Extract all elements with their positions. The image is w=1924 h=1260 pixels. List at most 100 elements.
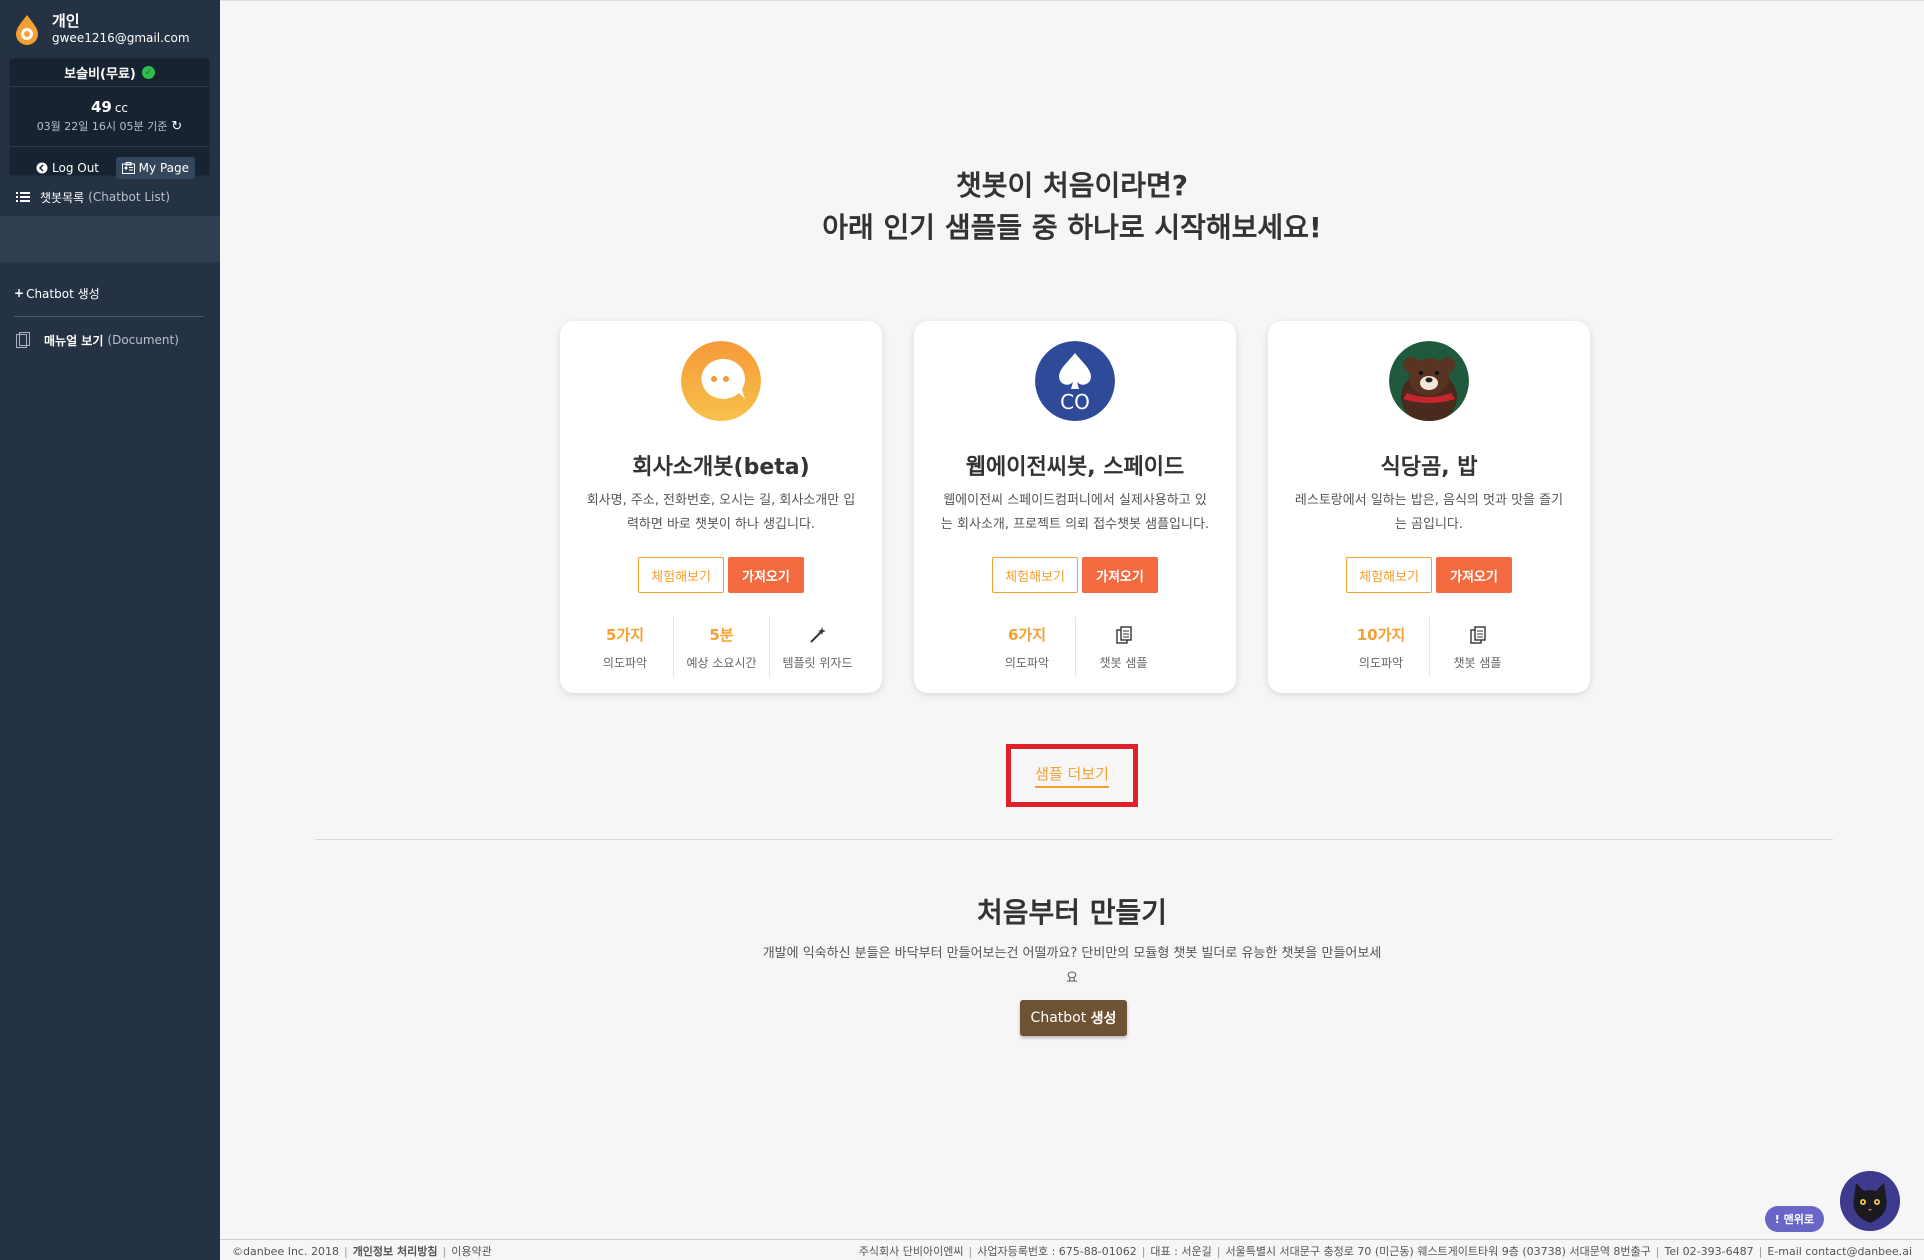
footer-ceo: 대표 : 서운길 — [1150, 1244, 1212, 1258]
card-buttons: 체험해보기 가져오기 — [914, 557, 1236, 593]
credit: 49 cc — [10, 87, 209, 116]
try-button[interactable]: 체험해보기 — [638, 557, 724, 593]
footer-terms-link[interactable]: 이용약관 — [451, 1245, 491, 1258]
manual-sublabel: (Document) — [107, 333, 179, 347]
chat-cat-icon[interactable] — [1840, 1171, 1900, 1231]
footer-company: 주식회사 단비아이엔씨 — [858, 1244, 964, 1258]
footer-privacy-link[interactable]: 개인정보 처리방침 — [353, 1245, 438, 1258]
chatbot-list-label: 챗봇목록 — [40, 190, 85, 205]
sample-card-company: 회사소개봇(beta) 회사명, 주소, 전화번호, 오시는 길, 회사소개만 … — [560, 321, 882, 693]
footer-address: 서울특별시 서대문구 충정로 70 (미근동) 웨스트게이트타워 9층 (037… — [1225, 1244, 1651, 1258]
mypage-icon — [121, 162, 135, 174]
section-divider — [315, 839, 1833, 840]
create-chatbot-label-prefix: Chatbot — [1030, 1010, 1087, 1026]
create-label: Chatbot 생성 — [26, 286, 100, 301]
credit-date: 03월 22일 16시 05분 기준 ↻ — [10, 118, 209, 134]
stat-sample: 챗봇 샘플 — [1429, 617, 1525, 677]
stat-label: 챗봇 샘플 — [1453, 655, 1502, 670]
refresh-icon[interactable]: ↻ — [171, 119, 182, 134]
create-chatbot-button[interactable]: Chatbot 생성 — [1020, 1000, 1127, 1036]
card-stats: 5가지 의도파악 5분 예상 소요시간 템플릿 위자드 — [576, 617, 866, 677]
stat-label: 의도파악 — [1004, 655, 1050, 670]
speech-bubble-icon — [681, 341, 761, 421]
copy-icon — [1115, 624, 1132, 646]
mypage-label: My Page — [138, 161, 189, 175]
create-chatbot-label-suffix: 생성 — [1090, 1011, 1117, 1027]
try-button[interactable]: 체험해보기 — [992, 557, 1078, 593]
sidebar-item-create[interactable]: + Chatbot 생성 — [0, 270, 220, 316]
more-samples-link[interactable]: 샘플 더보기 — [1035, 763, 1109, 788]
stat-label: 의도파악 — [602, 655, 648, 670]
stat-time: 5분 예상 소요시간 — [673, 617, 769, 677]
footer-tel: Tel 02-393-6487 — [1664, 1244, 1754, 1258]
user-header: 개인 gwee1216@gmail.com — [0, 0, 220, 58]
credit-unit: cc — [114, 101, 129, 115]
manual-label: 매뉴얼 보기 — [44, 333, 104, 348]
card-description: 레스토랑에서 일하는 밥은, 음식의 멋과 맛을 즐기는 곰입니다. — [1294, 493, 1564, 532]
spade-logo-text: CO — [1060, 390, 1090, 414]
list-icon — [16, 192, 30, 202]
footer: ©danbee Inc. 2018 | 개인정보 처리방침 | 이용약관 주식회사 단비… — [220, 1239, 1924, 1260]
sidebar-item-chatbot-list[interactable]: 챗봇목록 (Chatbot List) — [0, 178, 220, 216]
logout-icon — [36, 162, 48, 174]
card-description: 웹에이전씨 스페이드컴퍼니에서 실제사용하고 있는 회사소개, 프로젝트 의뢰 … — [940, 493, 1210, 532]
try-button[interactable]: 체험해보기 — [1346, 557, 1432, 593]
card-stats: 6가지 의도파악 챗봇 샘플 — [930, 617, 1220, 677]
mypage-button[interactable]: My Page — [115, 157, 195, 179]
card-buttons: 체험해보기 가져오기 — [1268, 557, 1590, 593]
sidebar-item-manual[interactable]: 매뉴얼 보기 (Document) — [0, 319, 220, 361]
bear-avatar-icon — [1389, 341, 1469, 423]
stat-value: 5가지 — [605, 626, 645, 644]
scroll-top-button[interactable]: ! 맨위로 — [1764, 1206, 1824, 1232]
scratch-title: 처음부터 만들기 — [976, 896, 1168, 929]
footer-bizno: 사업자등록번호 : 675-88-01062 — [977, 1244, 1137, 1258]
spade-logo-icon: CO — [1035, 341, 1115, 421]
plan-box: 보슬비(무료) ✓ 49 cc 03월 22일 16시 05분 기준 ↻ Log O… — [9, 58, 210, 179]
stat-label: 템플릿 위자드 — [782, 655, 853, 670]
logout-button[interactable]: Log Out — [30, 157, 105, 179]
stat-label: 의도파악 — [1358, 655, 1404, 670]
user-name: 개인 — [52, 12, 80, 30]
sidebar: 개인 gwee1216@gmail.com 보슬비(무료) ✓ 49 cc 03월… — [0, 0, 220, 1260]
credit-date-text: 03월 22일 16시 05분 기준 — [36, 120, 168, 133]
import-button[interactable]: 가져오기 — [1435, 557, 1512, 593]
card-stats: 10가지 의도파악 챗봇 샘플 — [1284, 617, 1574, 677]
stat-value: 10가지 — [1356, 626, 1406, 644]
import-button[interactable]: 가져오기 — [727, 557, 804, 593]
main-content: 챗봇이 처음이라면? 아래 인기 샘플들 중 하나로 시작해보세요! 회사소개봇… — [220, 0, 1924, 1260]
stat-label: 챗봇 샘플 — [1099, 655, 1148, 670]
stat-value: 5분 — [709, 626, 734, 644]
stat-sample: 챗봇 샘플 — [1075, 617, 1171, 677]
stat-intents: 6가지 의도파악 — [979, 617, 1075, 677]
card-title: 식당곰, 밥 — [1380, 455, 1478, 480]
import-button[interactable]: 가져오기 — [1081, 557, 1158, 593]
check-icon: ✓ — [141, 66, 155, 79]
stat-value: 6가지 — [1007, 626, 1047, 644]
stat-label: 예상 소요시간 — [686, 655, 757, 670]
sidebar-item-selected[interactable] — [0, 216, 220, 262]
chatbot-list-sublabel: (Chatbot List) — [88, 190, 171, 204]
user-email: gwee1216@gmail.com — [52, 31, 190, 45]
hero-heading: 챗봇이 처음이라면? 아래 인기 샘플들 중 하나로 시작해보세요! — [220, 165, 1924, 249]
card-title: 웹에이전씨봇, 스페이드 — [965, 455, 1185, 480]
sidebar-divider — [14, 316, 204, 317]
plan-name: 보슬비(무료) — [64, 67, 136, 82]
footer-copyright: ©danbee Inc. 2018 — [232, 1244, 339, 1258]
logout-label: Log Out — [52, 161, 100, 175]
scratch-description: 개발에 익숙하신 분들은 바닥부터 만들어보는건 어떨까요? 단비만의 모듈형 … — [762, 946, 1382, 986]
stat-intents: 10가지 의도파악 — [1333, 617, 1429, 677]
card-description: 회사명, 주소, 전화번호, 오시는 길, 회사소개만 입력하면 바로 챗봇이 … — [586, 493, 856, 532]
card-buttons: 체험해보기 가져오기 — [560, 557, 882, 593]
copy-icon — [1469, 624, 1486, 646]
document-icon — [16, 332, 30, 348]
card-title: 회사소개봇(beta) — [632, 455, 810, 480]
hero-line-1: 챗봇이 처음이라면? — [955, 169, 1189, 202]
sample-card-bear: 식당곰, 밥 레스토랑에서 일하는 밥은, 음식의 멋과 맛을 즐기는 곰입니다… — [1268, 321, 1590, 693]
plus-icon: + — [14, 286, 25, 300]
danbee-logo-icon — [16, 15, 38, 45]
more-samples-highlight: 샘플 더보기 — [1006, 744, 1138, 807]
magic-wand-icon — [809, 624, 827, 646]
footer-email: E-mail contact@danbee.ai — [1767, 1244, 1912, 1258]
stat-wizard: 템플릿 위자드 — [769, 617, 865, 677]
hero-line-2: 아래 인기 샘플들 중 하나로 시작해보세요! — [822, 211, 1322, 244]
